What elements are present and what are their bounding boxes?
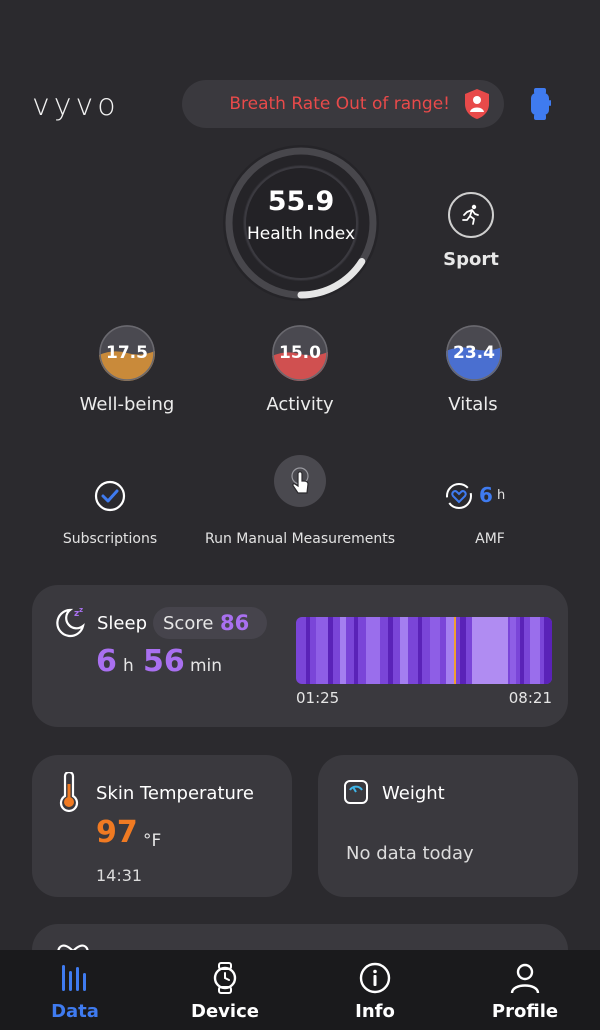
skin-temperature-unit: °F xyxy=(143,831,162,851)
touch-icon xyxy=(291,467,309,494)
nav-data-label: Data xyxy=(51,1001,99,1022)
sport-label: Sport xyxy=(443,249,499,270)
sleep-score-value: 86 xyxy=(220,611,250,635)
heart-sync-icon[interactable] xyxy=(444,481,474,511)
sleep-score-label: Score xyxy=(163,613,214,634)
weight-title: Weight xyxy=(382,783,445,804)
sleep-minutes: 56 xyxy=(143,644,185,679)
vyvo-logo: vyvo xyxy=(32,88,120,123)
shield-alert-icon xyxy=(465,89,489,119)
amf-value: 6 xyxy=(479,483,493,507)
skin-temperature-value: 97 xyxy=(96,815,138,850)
amf-label: AMF xyxy=(475,531,505,547)
sport-button[interactable] xyxy=(448,192,494,238)
nav-data[interactable]: Data xyxy=(25,961,125,1022)
manual-measurement-button[interactable] xyxy=(274,455,326,507)
sleep-hours-unit: h xyxy=(123,656,134,676)
nav-profile[interactable]: Profile xyxy=(475,961,575,1022)
amf-unit: h xyxy=(497,488,506,503)
activity-label: Activity xyxy=(266,394,334,415)
watch-icon xyxy=(213,962,237,994)
vitals-label: Vitals xyxy=(448,394,498,415)
weight-status: No data today xyxy=(346,843,474,864)
moon-icon: z z xyxy=(56,606,85,638)
check-circle-icon[interactable] xyxy=(93,479,127,513)
sleep-start-time: 01:25 xyxy=(296,689,340,707)
sleep-end-time: 08:21 xyxy=(508,689,552,707)
health-index-ring[interactable] xyxy=(220,142,382,304)
health-index-label: Health Index xyxy=(246,224,356,244)
person-icon xyxy=(510,963,540,994)
vitals-value: 23.4 xyxy=(453,343,495,363)
wellbeing-label: Well-being xyxy=(79,394,175,415)
scale-icon xyxy=(344,780,368,804)
info-icon xyxy=(359,962,391,994)
nav-device-label: Device xyxy=(191,1001,259,1022)
nav-info-label: Info xyxy=(355,1001,395,1022)
svg-text:z: z xyxy=(79,606,83,614)
sleep-hours: 6 xyxy=(96,644,117,679)
weight-card[interactable] xyxy=(318,755,578,897)
wellbeing-value: 17.5 xyxy=(106,343,148,363)
bars-icon xyxy=(62,965,86,991)
subscriptions-label[interactable]: Subscriptions xyxy=(40,531,180,547)
sleep-title: Sleep xyxy=(97,613,148,634)
sleep-stages-chart[interactable] xyxy=(296,617,552,684)
alert-banner[interactable]: Breath Rate Out of range! xyxy=(182,80,504,128)
alert-text: Breath Rate Out of range! xyxy=(229,94,450,114)
manual-measurement-label[interactable]: Run Manual Measurements xyxy=(180,531,420,547)
sleep-minutes-unit: min xyxy=(190,656,223,676)
thermometer-icon xyxy=(59,772,79,812)
skin-temperature-time: 14:31 xyxy=(96,866,143,885)
nav-device[interactable]: Device xyxy=(175,961,275,1022)
skin-temperature-title: Skin Temperature xyxy=(96,783,255,804)
activity-value: 15.0 xyxy=(279,343,321,363)
running-icon xyxy=(462,204,479,225)
watch-icon[interactable] xyxy=(528,88,552,120)
nav-profile-label: Profile xyxy=(491,1001,559,1022)
health-index-value: 55.9 xyxy=(267,186,335,217)
nav-info[interactable]: Info xyxy=(325,961,425,1022)
